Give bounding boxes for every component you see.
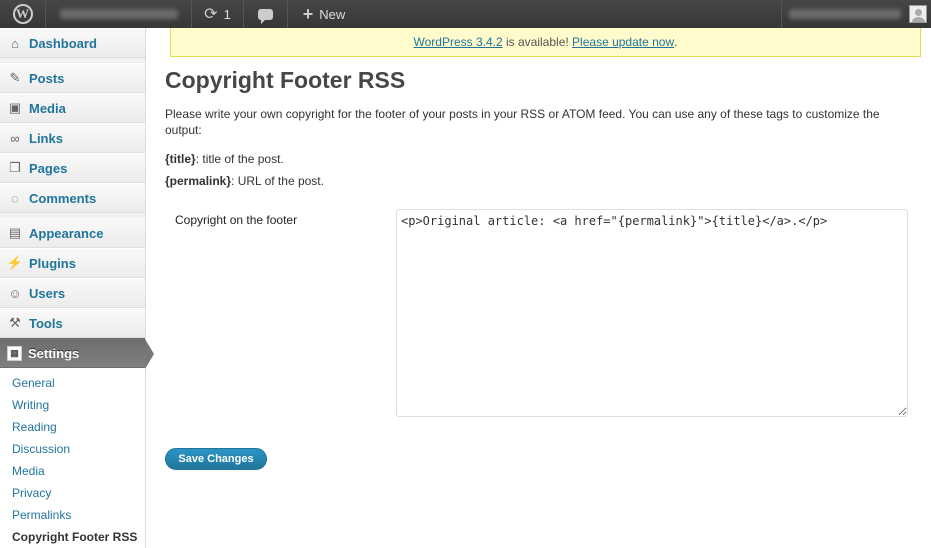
updates-count: 1 bbox=[223, 6, 231, 22]
copyright-footer-textarea[interactable]: <p>Original article: <a href="{permalink… bbox=[396, 209, 908, 417]
page-title: Copyright Footer RSS bbox=[165, 67, 406, 93]
wordpress-logo-icon: W bbox=[12, 4, 33, 24]
media-icon: ▣ bbox=[8, 100, 22, 115]
submenu-item-media[interactable]: Media bbox=[0, 460, 145, 482]
pin-icon: ✎ bbox=[9, 70, 21, 85]
menu-item-posts[interactable]: ✎ Posts bbox=[0, 63, 145, 93]
howdy-blurred bbox=[789, 9, 901, 19]
menu-item-plugins[interactable]: ⚡ Plugins bbox=[0, 248, 145, 278]
menu-item-links[interactable]: ∞ Links bbox=[0, 123, 145, 153]
plugin-icon: ⚡ bbox=[6, 255, 24, 270]
menu-item-appearance[interactable]: ▤ Appearance bbox=[0, 218, 145, 248]
submenu-item-privacy[interactable]: Privacy bbox=[0, 482, 145, 504]
comments-menu[interactable] bbox=[244, 0, 288, 28]
submenu-item-discussion[interactable]: Discussion bbox=[0, 438, 145, 460]
new-label: New bbox=[319, 6, 346, 22]
tag-description: : title of the post. bbox=[195, 152, 284, 166]
notice-end: . bbox=[674, 35, 678, 49]
menu-label: Appearance bbox=[29, 225, 104, 241]
menu-label: Media bbox=[29, 100, 66, 116]
submenu-item-reading[interactable]: Reading bbox=[0, 416, 145, 438]
settings-submenu: General Writing Reading Discussion Media… bbox=[0, 368, 145, 548]
dashboard-icon: ⌂ bbox=[11, 35, 19, 51]
copyright-field-label: Copyright on the footer bbox=[175, 213, 298, 227]
comment-icon: ◌ bbox=[11, 190, 19, 206]
appearance-icon: ▤ bbox=[8, 225, 22, 240]
update-notice: WordPress 3.4.2 is available! Please upd… bbox=[170, 28, 921, 57]
new-content-menu[interactable]: + New bbox=[288, 0, 360, 28]
menu-label: Settings bbox=[28, 345, 80, 361]
menu-label: Users bbox=[29, 285, 66, 301]
menu-item-users[interactable]: ☺ Users bbox=[0, 278, 145, 308]
menu-item-comments[interactable]: ◌ Comments bbox=[0, 183, 145, 213]
main-content: WordPress 3.4.2 is available! Please upd… bbox=[146, 28, 931, 548]
users-icon: ☺ bbox=[8, 285, 22, 301]
tag-permalink-line: {permalink}: URL of the post. bbox=[165, 174, 324, 188]
wordpress-logo-menu[interactable]: W bbox=[0, 0, 46, 28]
menu-item-tools[interactable]: ⚒ Tools bbox=[0, 308, 145, 338]
avatar bbox=[909, 5, 927, 23]
refresh-icon: ⟳ bbox=[204, 6, 218, 23]
menu-item-media[interactable]: ▣ Media bbox=[0, 93, 145, 123]
admin-bar: W ⟳ 1 + New bbox=[0, 0, 931, 28]
page-description: Please write your own copyright for the … bbox=[165, 107, 880, 137]
menu-item-pages[interactable]: ❐ Pages bbox=[0, 153, 145, 183]
menu-label: Comments bbox=[29, 190, 97, 206]
account-menu[interactable] bbox=[781, 0, 931, 28]
pages-icon: ❐ bbox=[9, 160, 21, 175]
submenu-item-copyright-footer-rss[interactable]: Copyright Footer RSS bbox=[0, 526, 145, 548]
menu-label: Tools bbox=[29, 315, 63, 331]
tag-description: : URL of the post. bbox=[231, 174, 324, 188]
menu-item-settings[interactable]: ▦ Settings bbox=[0, 338, 154, 369]
menu-item-dashboard[interactable]: ⌂ Dashboard bbox=[0, 28, 145, 58]
menu-label: Pages bbox=[29, 160, 68, 176]
menu-label: Plugins bbox=[29, 255, 76, 271]
plus-icon: + bbox=[302, 4, 314, 24]
menu-label: Dashboard bbox=[29, 35, 97, 51]
submenu-item-general[interactable]: General bbox=[0, 372, 145, 394]
submenu-item-permalinks[interactable]: Permalinks bbox=[0, 504, 145, 526]
menu-label: Links bbox=[29, 130, 63, 146]
tag-name: {title} bbox=[165, 152, 196, 166]
settings-icon: ▦ bbox=[7, 345, 22, 361]
menu-label: Posts bbox=[29, 70, 65, 86]
tag-title-line: {title}: title of the post. bbox=[165, 152, 284, 166]
updates-menu[interactable]: ⟳ 1 bbox=[192, 0, 244, 28]
site-name-blurred bbox=[60, 9, 178, 19]
admin-sidebar: ⌂ Dashboard ✎ Posts ▣ Media ∞ Links ❐ Pa… bbox=[0, 28, 154, 548]
save-changes-button[interactable]: Save Changes bbox=[165, 448, 267, 470]
update-now-link[interactable]: Please update now bbox=[572, 35, 674, 49]
wordpress-version-link[interactable]: WordPress 3.4.2 bbox=[414, 35, 503, 49]
notice-text: is available! bbox=[502, 35, 573, 49]
site-name-menu[interactable] bbox=[46, 0, 192, 28]
submenu-item-writing[interactable]: Writing bbox=[0, 394, 145, 416]
tools-icon: ⚒ bbox=[9, 315, 21, 330]
comment-bubble-icon bbox=[258, 8, 273, 24]
tag-name: {permalink} bbox=[165, 174, 232, 188]
link-icon: ∞ bbox=[10, 130, 20, 146]
